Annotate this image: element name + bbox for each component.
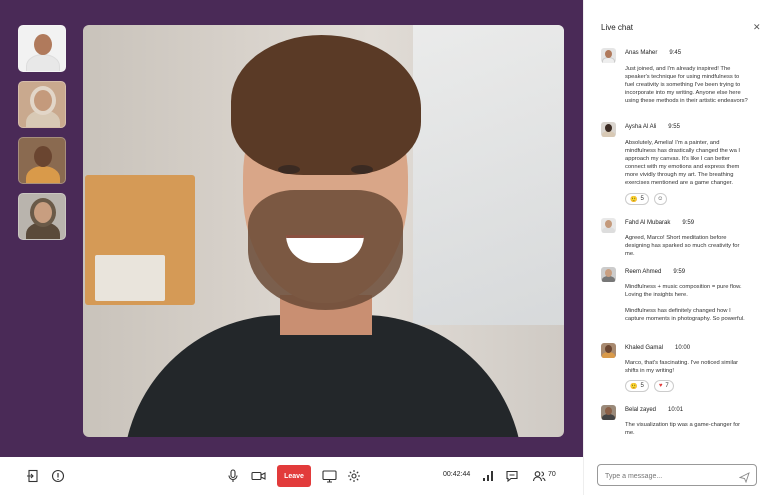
- reaction-smile[interactable]: 🙂 5: [625, 193, 649, 205]
- message-text: Mindfulness has definitely changed how I…: [625, 308, 745, 322]
- signal-strength-icon: [477, 465, 499, 487]
- sender-name: Fahd Al Mubarak: [625, 220, 671, 226]
- message-text: Mindfulness + music composition = pure f…: [625, 284, 742, 298]
- avatar: [601, 48, 616, 63]
- message-time: 9:59: [673, 269, 686, 275]
- message-time: 9:59: [682, 220, 695, 226]
- message-text: Marco, that's fascinating. I've noticed …: [625, 360, 739, 374]
- live-chat-panel: Live chat ✕ Anas Maher 9:45 Just joined, …: [583, 0, 768, 495]
- message-text: Just joined, and I'm already inspired! T…: [625, 66, 748, 104]
- video-call-app: Leave 00:42:44 70 Live chat ✕ Anas Maher…: [0, 0, 768, 495]
- settings-gear-icon[interactable]: [343, 465, 365, 487]
- sender-name: Khaled Gamal: [625, 345, 664, 351]
- sender-name: Belal zayed: [625, 407, 657, 413]
- participant-thumbnails: [18, 25, 66, 249]
- exit-room-icon[interactable]: [22, 465, 44, 487]
- message-text: The visualization tip was a game-changer…: [625, 422, 741, 436]
- avatar: [601, 218, 616, 233]
- smile-icon: 🙂: [630, 196, 638, 203]
- avatar: [601, 122, 616, 137]
- screen-share-icon[interactable]: [318, 465, 340, 487]
- avatar: [601, 343, 616, 358]
- call-timer: 00:42:44: [443, 471, 471, 478]
- avatar: [601, 267, 616, 282]
- message-input[interactable]: [605, 467, 735, 486]
- main-speaker-video: [83, 25, 564, 437]
- chat-input-box: [597, 464, 757, 486]
- participant-thumbnail-2[interactable]: [18, 81, 66, 128]
- message-text: Agreed, Marco! Short meditation before d…: [625, 235, 740, 257]
- microphone-icon[interactable]: [222, 465, 244, 487]
- reaction-smile[interactable]: 🙂 5: [625, 380, 649, 392]
- leave-call-button[interactable]: Leave: [277, 465, 311, 487]
- message-time: 10:01: [668, 407, 684, 413]
- message-time: 9:55: [668, 124, 680, 130]
- participant-thumbnail-3[interactable]: [18, 137, 66, 184]
- add-emoji-icon: ☺: [657, 196, 664, 202]
- sender-name: Aysha Al Ali: [625, 124, 657, 130]
- message-text: Absolutely, Amelia! I'm a painter, and m…: [625, 140, 741, 186]
- close-icon[interactable]: ✕: [753, 22, 761, 33]
- message-time: 9:45: [669, 50, 682, 56]
- chat-bubble-icon[interactable]: [501, 465, 523, 487]
- smile-icon: 🙂: [630, 383, 638, 390]
- video-stage: [0, 0, 583, 457]
- sender-name: Reem Ahmed: [625, 269, 662, 275]
- message-time: 10:00: [675, 345, 691, 351]
- participant-thumbnail-1[interactable]: [18, 25, 66, 72]
- info-icon[interactable]: [47, 465, 69, 487]
- participant-thumbnail-4[interactable]: [18, 193, 66, 240]
- send-icon[interactable]: [738, 470, 750, 488]
- add-reaction-button[interactable]: ☺: [653, 193, 667, 205]
- chat-title: Live chat: [601, 23, 634, 32]
- sender-name: Anas Maher: [625, 50, 658, 56]
- camera-icon[interactable]: [247, 465, 269, 487]
- participants-icon[interactable]: [528, 465, 550, 487]
- heart-icon: ♥: [658, 383, 663, 389]
- participant-count: 70: [548, 471, 556, 478]
- avatar: [601, 405, 616, 420]
- reaction-heart[interactable]: ♥ 7: [653, 380, 674, 392]
